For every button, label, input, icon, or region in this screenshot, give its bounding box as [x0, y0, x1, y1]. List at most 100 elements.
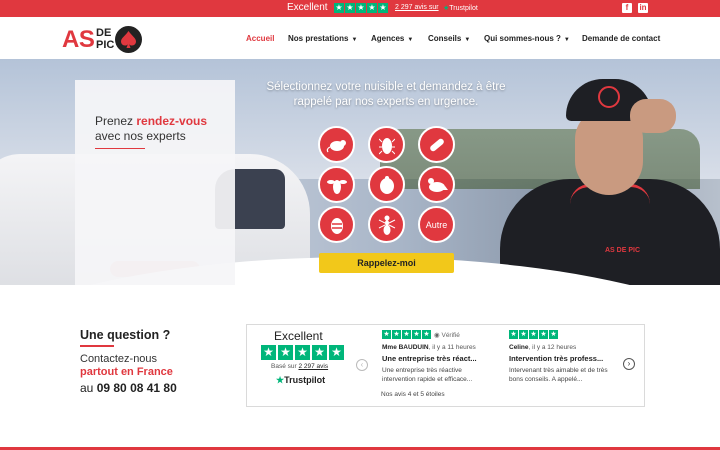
- nav-item-label: Demande de contact: [582, 34, 661, 43]
- widget-footer[interactable]: Nos avis 4 et 5 étoiles: [381, 391, 445, 398]
- trustpilot-stars: ★ ★ ★ ★ ★: [334, 3, 388, 13]
- appointment-highlight: rendez-vous: [136, 114, 208, 128]
- nav-item-accueil[interactable]: Accueil: [246, 34, 274, 43]
- cockroach-icon: [378, 137, 395, 154]
- star-icon: ★: [312, 345, 327, 360]
- review-time: , il y a 11 heures: [428, 344, 476, 351]
- appointment-prefix: Prenez: [95, 114, 134, 128]
- caret-down-icon: ▼: [464, 37, 471, 43]
- pest-button-label: Autre: [425, 219, 448, 230]
- caret-down-icon: ▼: [563, 37, 570, 43]
- panel-divider: [95, 148, 145, 149]
- trustpilot-rating-label: Excellent: [287, 2, 328, 13]
- rat-icon: [326, 139, 346, 152]
- technician-hand: [630, 99, 676, 133]
- hero-title: Sélectionnez votre nuisible et demandez …: [266, 81, 506, 108]
- nav-item-qui-sommes-nous[interactable]: Qui sommes-nous ? ▼: [484, 34, 570, 43]
- review-title[interactable]: Une entreprise très réact...: [382, 354, 477, 363]
- pest-button-bedbug[interactable]: [368, 166, 405, 203]
- review-text: Intervenant très aimable et de très bons…: [509, 367, 608, 383]
- star-icon: ★: [382, 330, 391, 339]
- star-icon: ★: [549, 330, 558, 339]
- carousel-prev-button[interactable]: ‹: [356, 359, 368, 371]
- star-icon: ★: [356, 3, 366, 13]
- termite-icon: [429, 138, 444, 151]
- star-icon: ★: [519, 330, 528, 339]
- nav-item-conseils[interactable]: Conseils ▼: [428, 34, 470, 43]
- spade-icon: [115, 26, 142, 53]
- star-icon: ★: [334, 3, 344, 13]
- appointment-panel: [75, 80, 235, 285]
- review-stars: ★ ★ ★ ★ ★: [382, 330, 431, 339]
- question-divider: [80, 345, 114, 347]
- nav-item-label: Nos prestations: [288, 34, 349, 43]
- nav-item-label: Qui sommes-nous ?: [484, 34, 561, 43]
- pest-button-termite[interactable]: [418, 126, 455, 163]
- logo-pic: PIC: [96, 39, 115, 51]
- pest-button-pigeon[interactable]: [418, 166, 455, 203]
- star-icon: ★: [345, 3, 355, 13]
- review-time: , il y a 12 heures: [528, 344, 577, 351]
- star-icon: ★: [329, 345, 344, 360]
- star-icon: ★: [378, 3, 388, 13]
- appointment-suffix: avec nos experts: [95, 129, 186, 143]
- pest-button-wasp[interactable]: [318, 166, 355, 203]
- widget-rating-label: Excellent: [274, 329, 323, 343]
- phone-number-value: 09 80 08 41 80: [96, 381, 177, 395]
- star-icon: ★: [392, 330, 401, 339]
- review-text: Une entreprise très réactive interventio…: [382, 367, 473, 383]
- star-icon: ★: [402, 330, 411, 339]
- trustpilot-review-count-link[interactable]: 2 297 avis sur: [395, 4, 439, 11]
- review-title[interactable]: Intervention très profess...: [509, 354, 603, 363]
- star-icon: ★: [422, 330, 431, 339]
- star-icon: ★: [295, 345, 310, 360]
- pest-button-hornet[interactable]: [318, 206, 355, 243]
- widget-brand[interactable]: ★Trustpilot: [276, 375, 325, 386]
- widget-stars: ★ ★ ★ ★ ★: [261, 345, 344, 360]
- logo-as: AS: [62, 26, 95, 53]
- star-icon: ★: [261, 345, 276, 360]
- verified-badge: ◉ Vérifié: [434, 331, 460, 339]
- pest-button-rat[interactable]: [318, 126, 355, 163]
- check-circle-icon: ◉: [434, 332, 440, 339]
- ant-icon: [378, 215, 395, 235]
- nav-item-label: Agences: [371, 34, 405, 43]
- question-line2: partout en France: [80, 366, 173, 378]
- review-author: Celine: [509, 344, 529, 351]
- nav-item-agences[interactable]: Agences ▼: [371, 34, 413, 43]
- nav-item-nos-prestations[interactable]: Nos prestations ▼: [288, 34, 357, 43]
- logo-de: DE: [96, 27, 112, 39]
- trustpilot-brand: ★Trustpilot: [443, 4, 478, 12]
- caret-down-icon: ▼: [407, 37, 414, 43]
- pest-button-ant[interactable]: [368, 206, 405, 243]
- pest-button-autre[interactable]: Autre: [418, 206, 455, 243]
- nav-item-label: Conseils: [428, 34, 462, 43]
- trustpilot-star-icon: ★: [276, 375, 285, 385]
- nav-item-demande-de-contact[interactable]: Demande de contact: [582, 34, 660, 43]
- star-icon: ★: [539, 330, 548, 339]
- review-stars: ★ ★ ★ ★ ★: [509, 330, 558, 339]
- question-line1: Contactez-nous: [80, 353, 158, 365]
- facebook-icon[interactable]: f: [622, 3, 632, 13]
- chevron-right-icon: ›: [627, 359, 631, 368]
- star-icon: ★: [509, 330, 518, 339]
- verified-label: Vérifié: [441, 332, 460, 339]
- logo[interactable]: AS DE PIC: [62, 23, 146, 55]
- widget-based-count-link[interactable]: 2 297 avis: [298, 363, 328, 370]
- cap-logo: [598, 86, 620, 108]
- pest-button-cockroach[interactable]: [368, 126, 405, 163]
- phone-number[interactable]: au 09 80 08 41 80: [80, 381, 177, 395]
- widget-based-prefix: Basé sur: [271, 363, 297, 370]
- callback-button[interactable]: Rappelez-moi: [319, 253, 454, 273]
- carousel-next-button[interactable]: ›: [623, 358, 635, 370]
- review-meta: Mme BAUDUIN, il y a 11 heures: [382, 344, 476, 351]
- caret-down-icon: ▼: [351, 37, 358, 43]
- widget-brand-text: Trustpilot: [284, 375, 326, 385]
- appointment-text: Prenez rendez-vous avec nos experts: [95, 114, 225, 144]
- top-bar: Excellent ★ ★ ★ ★ ★ 2 297 avis sur ★Trus…: [0, 0, 720, 17]
- widget-based-on: Basé sur 2 297 avis: [271, 363, 328, 370]
- technician-image: AS DE PIC: [500, 79, 720, 285]
- phone-prefix: au: [80, 381, 94, 395]
- shirt-logo: AS DE PIC: [605, 247, 641, 254]
- linkedin-icon[interactable]: in: [638, 3, 648, 13]
